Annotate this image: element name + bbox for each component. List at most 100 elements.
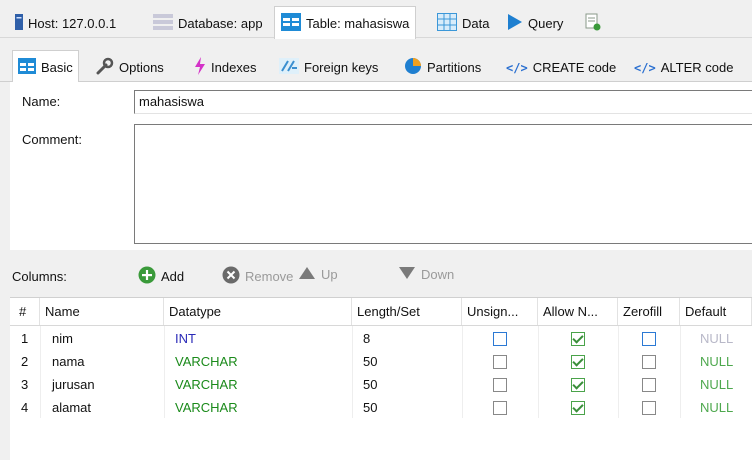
column-name-cell[interactable]: alamat xyxy=(40,396,164,419)
datatype-cell[interactable]: VARCHAR xyxy=(164,396,352,419)
zerofill-cell[interactable] xyxy=(618,373,680,396)
default-cell[interactable]: NULL xyxy=(680,396,752,419)
datatype-cell[interactable]: VARCHAR xyxy=(164,350,352,373)
arrow-down-icon xyxy=(398,266,416,283)
database-icon xyxy=(153,13,173,34)
allow-null-cell[interactable] xyxy=(538,327,618,350)
column-name-cell[interactable]: jurusan xyxy=(40,373,164,396)
unsigned-cell[interactable] xyxy=(462,373,538,396)
new-query-icon xyxy=(585,13,601,34)
remove-icon xyxy=(222,266,240,287)
length-cell[interactable]: 50 xyxy=(352,373,462,396)
tab-foreign-keys-label: Foreign keys xyxy=(304,60,379,75)
foreign-key-icon xyxy=(279,58,299,77)
zerofill-cell[interactable] xyxy=(618,327,680,350)
table-row[interactable]: 1 nim INT 8 NULL xyxy=(10,327,752,350)
zerofill-checkbox[interactable] xyxy=(642,331,656,346)
default-cell[interactable]: NULL xyxy=(680,327,752,350)
length-cell[interactable]: 50 xyxy=(352,396,462,419)
remove-column-button[interactable]: Remove xyxy=(222,266,293,287)
default-cell[interactable]: NULL xyxy=(680,350,752,373)
table-icon xyxy=(281,12,301,34)
zerofill-checkbox[interactable] xyxy=(642,354,656,369)
move-up-button[interactable]: Up xyxy=(298,266,338,283)
allow-null-cell[interactable] xyxy=(538,396,618,419)
move-up-label: Up xyxy=(321,267,338,282)
lightning-icon xyxy=(194,57,206,78)
tab-alter-code-label: ALTER code xyxy=(660,60,734,75)
table-icon xyxy=(18,57,36,77)
add-column-label: Add xyxy=(161,269,185,284)
zerofill-checkbox[interactable] xyxy=(642,377,656,392)
tab-partitions-label: Partitions xyxy=(427,60,482,75)
table-row[interactable]: 2 nama VARCHAR 50 NULL xyxy=(10,350,752,373)
tab-database-label: Database: app xyxy=(178,16,263,31)
tab-query-label: Query xyxy=(528,16,564,31)
wrench-icon xyxy=(96,57,114,78)
add-column-button[interactable]: Add xyxy=(138,266,184,287)
allow-null-checkbox[interactable] xyxy=(571,400,585,415)
tab-table-label: Table: mahasiswa xyxy=(306,15,410,31)
comment-label: Comment: xyxy=(22,132,82,147)
tab-partitions[interactable]: Partitions xyxy=(398,52,487,82)
row-number: 2 xyxy=(21,354,29,369)
tab-basic[interactable]: Basic xyxy=(12,50,79,83)
allow-null-cell[interactable] xyxy=(538,373,618,396)
tab-alter-code[interactable]: </> ALTER code xyxy=(628,52,739,82)
unsigned-cell[interactable] xyxy=(462,327,538,350)
unsigned-checkbox[interactable] xyxy=(493,354,507,369)
top-tab-bar: Host: 127.0.0.1 Database: app Table: mah… xyxy=(0,0,752,39)
allow-null-checkbox[interactable] xyxy=(571,354,585,369)
arrow-up-icon xyxy=(298,266,316,283)
header-length[interactable]: Length/Set xyxy=(352,298,462,325)
tab-new-query[interactable] xyxy=(578,8,608,38)
length-cell[interactable]: 50 xyxy=(352,350,462,373)
tab-host[interactable]: Host: 127.0.0.1 xyxy=(8,8,123,38)
header-datatype[interactable]: Datatype xyxy=(164,298,352,325)
tab-options-label: Options xyxy=(119,60,164,75)
datatype-cell[interactable]: INT xyxy=(164,327,352,350)
header-number[interactable]: # xyxy=(10,298,40,325)
sub-tab-bar: Basic Options Indexes Foreign keys Parti… xyxy=(0,46,752,83)
zerofill-cell[interactable] xyxy=(618,350,680,373)
grid-icon xyxy=(437,13,457,34)
tab-create-code[interactable]: </> CREATE code xyxy=(500,52,622,82)
unsigned-cell[interactable] xyxy=(462,396,538,419)
tab-database[interactable]: Database: app xyxy=(146,8,270,38)
zerofill-checkbox[interactable] xyxy=(642,400,656,415)
name-field[interactable]: mahasiswa xyxy=(134,90,752,114)
allow-null-cell[interactable] xyxy=(538,350,618,373)
header-name[interactable]: Name xyxy=(40,298,164,325)
zerofill-cell[interactable] xyxy=(618,396,680,419)
datatype-cell[interactable]: VARCHAR xyxy=(164,373,352,396)
column-name-cell[interactable]: nama xyxy=(40,350,164,373)
tab-indexes[interactable]: Indexes xyxy=(188,52,263,82)
unsigned-checkbox[interactable] xyxy=(493,377,507,392)
tab-data[interactable]: Data xyxy=(430,8,496,38)
table-row[interactable]: 3 jurusan VARCHAR 50 NULL xyxy=(10,373,752,396)
comment-field[interactable] xyxy=(134,124,752,244)
server-icon xyxy=(15,14,23,33)
row-number: 4 xyxy=(21,400,29,415)
table-row[interactable]: 4 alamat VARCHAR 50 NULL xyxy=(10,396,752,419)
length-cell[interactable]: 8 xyxy=(352,327,462,350)
header-unsigned[interactable]: Unsign... xyxy=(462,298,538,325)
tab-query[interactable]: Query xyxy=(500,8,570,38)
move-down-button[interactable]: Down xyxy=(398,266,454,283)
allow-null-checkbox[interactable] xyxy=(571,331,585,346)
header-allow-null[interactable]: Allow N... xyxy=(538,298,618,325)
header-default[interactable]: Default xyxy=(680,298,752,325)
header-zerofill[interactable]: Zerofill xyxy=(618,298,680,325)
unsigned-checkbox[interactable] xyxy=(493,400,507,415)
row-number: 1 xyxy=(21,331,29,346)
tab-options[interactable]: Options xyxy=(90,52,170,82)
tab-foreign-keys[interactable]: Foreign keys xyxy=(273,52,384,82)
play-icon xyxy=(507,13,523,34)
code-icon: </> xyxy=(634,60,656,75)
tab-table[interactable]: Table: mahasiswa xyxy=(274,6,417,39)
column-name-cell[interactable]: nim xyxy=(40,327,164,350)
unsigned-cell[interactable] xyxy=(462,350,538,373)
unsigned-checkbox[interactable] xyxy=(493,331,507,346)
allow-null-checkbox[interactable] xyxy=(571,377,585,392)
default-cell[interactable]: NULL xyxy=(680,373,752,396)
